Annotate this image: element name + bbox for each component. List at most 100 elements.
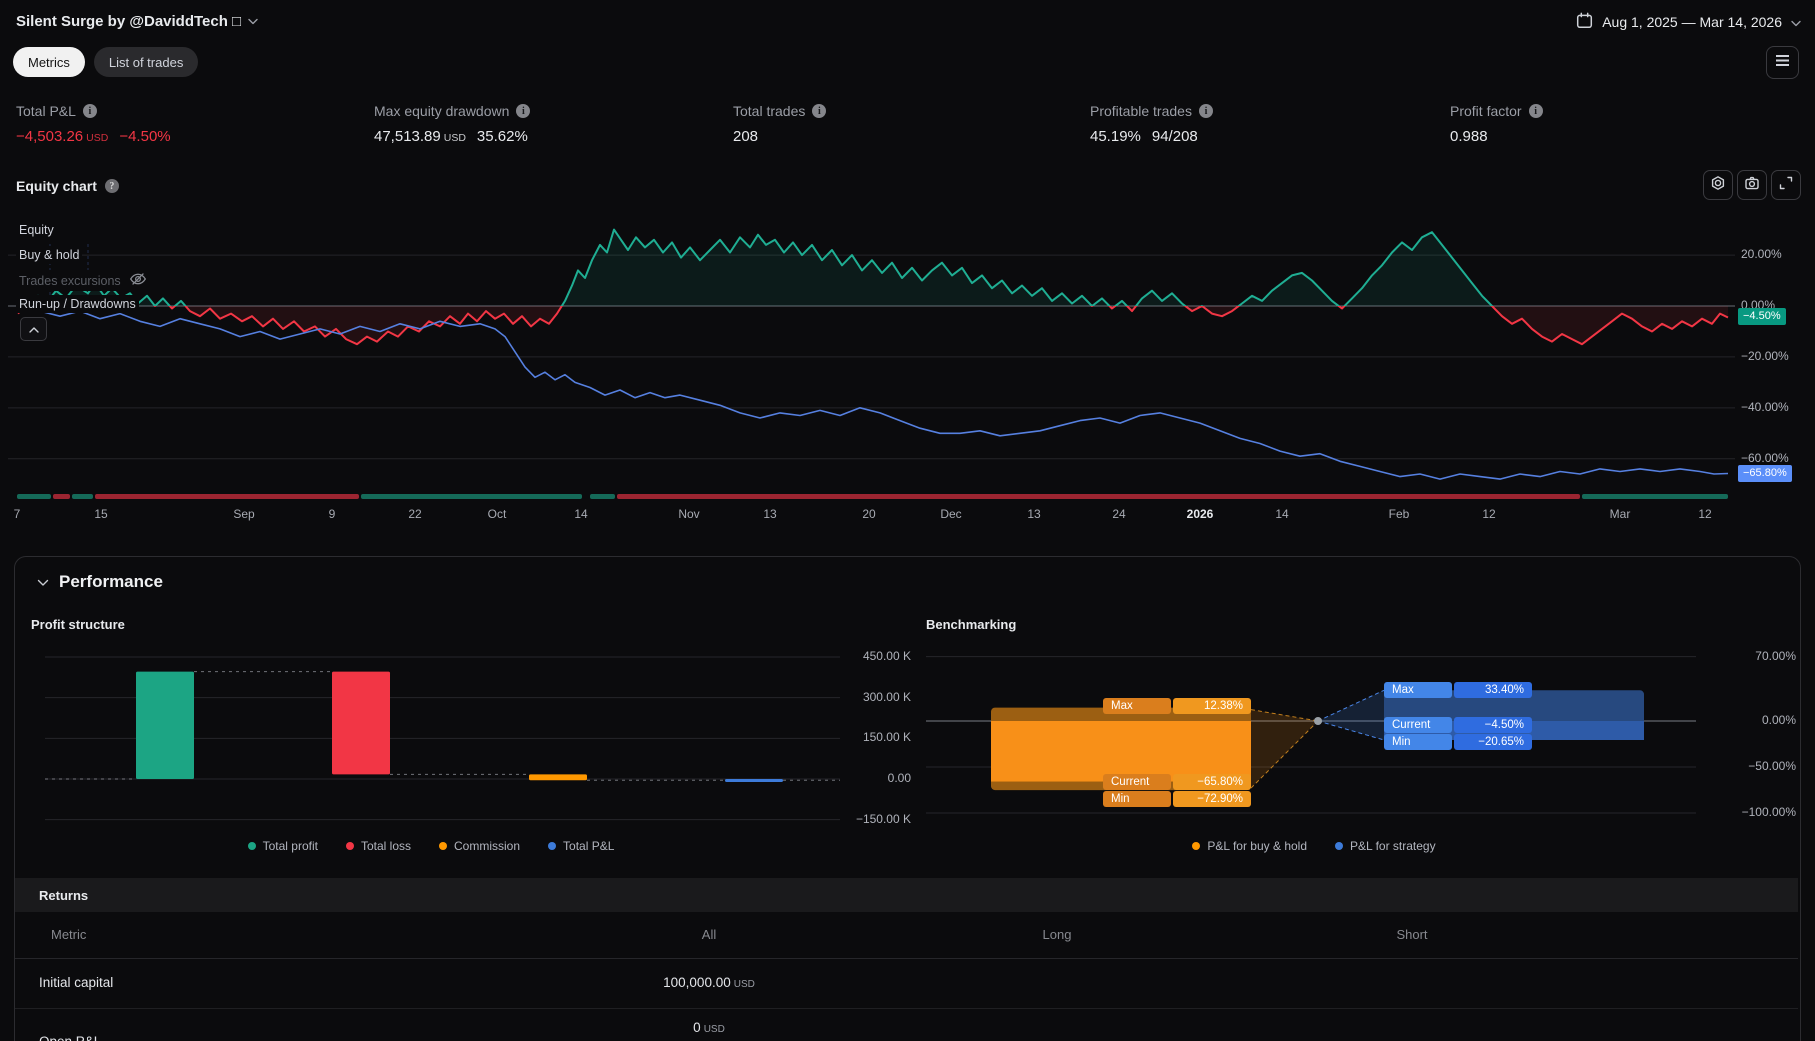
ribbon-segment-green <box>590 494 615 499</box>
pill-strategy-min: Min −20.65% <box>1384 734 1532 751</box>
date-range-picker[interactable]: Aug 1, 2025 — Mar 14, 2026 <box>1576 12 1801 32</box>
x-axis-label[interactable]: Dec <box>940 507 961 521</box>
benchmarking-legend: P&L for buy & hold P&L for strategy <box>924 839 1704 853</box>
profit-y-label: 300.00 K <box>862 689 911 704</box>
profit-structure-legend: Total profit Total loss Commission Total P&… <box>31 839 831 853</box>
pill-label: Min <box>1384 734 1452 751</box>
col-all: All <box>701 927 717 942</box>
legend-collapse-button[interactable] <box>20 317 47 341</box>
info-icon[interactable]: i <box>812 104 827 118</box>
legend-item-equity[interactable]: Equity <box>16 221 57 239</box>
metric-value: −4,503.26 USD −4.50% <box>16 128 171 145</box>
profit-bar-commission[interactable] <box>529 774 587 781</box>
info-icon[interactable]: i <box>1528 104 1543 118</box>
layout-rows-button[interactable] <box>1766 46 1799 79</box>
info-icon[interactable]: i <box>1198 104 1213 118</box>
date-range-text: Aug 1, 2025 — Mar 14, 2026 <box>1602 14 1782 30</box>
profit-bar-total-p-l[interactable] <box>725 779 783 782</box>
profit-bar-total-profit[interactable] <box>136 671 194 779</box>
x-axis-label[interactable]: Nov <box>678 507 699 521</box>
pill-value: −20.65% <box>1454 734 1532 751</box>
x-axis-label[interactable]: 20 <box>862 507 875 521</box>
ribbon-segment-green <box>361 494 582 499</box>
gear-icon <box>1710 175 1726 196</box>
x-axis-label[interactable]: Oct <box>488 507 507 521</box>
legend-item-trades-excursions[interactable]: Trades excursions <box>16 270 150 291</box>
tab-metrics[interactable]: Metrics <box>13 47 85 77</box>
info-icon[interactable]: i <box>516 104 531 118</box>
profit-bar-total-loss[interactable] <box>332 671 390 775</box>
x-axis-label[interactable]: 9 <box>329 507 336 521</box>
profit-y-label: −150.00 K <box>855 811 911 826</box>
metric-label: Total P&L i <box>16 103 171 119</box>
pill-label: Min <box>1103 790 1171 807</box>
chart-settings-button[interactable] <box>1703 170 1733 200</box>
returns-table-header: Metric All Long Short <box>15 912 1798 959</box>
metric-value: 0.988 <box>1450 128 1488 145</box>
table-row-open-pnl: Open P&L 0USD <box>39 1020 725 1041</box>
profit-y-label: 450.00 K <box>862 649 911 663</box>
x-axis-label[interactable]: 14 <box>1275 507 1288 521</box>
pill-value: −72.90% <box>1173 790 1251 807</box>
metric-max-equity-drawdown: Max equity drawdown i 47,513.89 USD 35.62% <box>374 103 531 145</box>
x-axis-label[interactable]: Mar <box>1610 507 1631 521</box>
x-axis-label[interactable]: 12 <box>1482 507 1495 521</box>
ribbon-segment-green <box>17 494 51 499</box>
equity-chart-title: Equity chart ? <box>16 178 119 194</box>
legend-item-total-profit: Total profit <box>247 839 318 853</box>
x-axis-label[interactable]: Sep <box>233 507 254 521</box>
metric-total-trades: Total trades i 208 <box>733 103 827 145</box>
chevron-down-icon[interactable] <box>248 18 258 25</box>
x-axis-label[interactable]: 12 <box>1698 507 1711 521</box>
legend-item-total-p-l: Total P&L <box>548 839 614 853</box>
chevron-down-icon[interactable] <box>37 572 49 592</box>
info-icon[interactable]: i <box>82 104 97 118</box>
x-axis-label[interactable]: 24 <box>1112 507 1125 521</box>
y-axis-label: −40.00% <box>1741 399 1789 414</box>
pill-strategy-current: Current −4.50% <box>1384 717 1532 734</box>
ribbon-segment-red <box>617 494 1580 499</box>
strategy-title[interactable]: Silent Surge by @DaviddTech □ <box>16 13 258 30</box>
metric-profitable-trades: Profitable trades i 45.19% 94/208 <box>1090 103 1213 145</box>
pill-label: Max <box>1103 697 1171 714</box>
returns-section-header: Returns <box>15 878 1798 912</box>
legend-item-run-up-drawdowns[interactable]: Run-up / Drawdowns <box>16 295 139 313</box>
legend-dot <box>345 842 354 850</box>
screenshot-button[interactable] <box>1737 170 1767 200</box>
x-axis-label[interactable]: Feb <box>1389 507 1410 521</box>
legend-item-commission: Commission <box>439 839 520 853</box>
performance-header[interactable]: Performance <box>37 572 163 592</box>
pill-label: Current <box>1103 773 1171 790</box>
view-tabs: Metrics List of trades <box>13 47 199 77</box>
metric-value: 47,513.89 USD 35.62% <box>374 128 528 145</box>
legend-item-buy-hold[interactable]: Buy & hold <box>16 246 83 264</box>
profit-y-label: 0.00 <box>887 771 911 785</box>
profit-y-label: 150.00 K <box>862 730 911 745</box>
x-axis-label[interactable]: 13 <box>763 507 776 521</box>
metric-label: Profitable trades i <box>1090 103 1213 119</box>
col-metric: Metric <box>51 927 87 942</box>
camera-icon <box>1744 175 1760 196</box>
x-axis-label[interactable]: 2026 <box>1187 507 1214 521</box>
col-long: Long <box>1042 927 1072 942</box>
x-axis-label[interactable]: 7 <box>14 507 21 521</box>
pill-strategy-max: Max 33.40% <box>1384 682 1532 699</box>
y-axis-label: −20.00% <box>1741 348 1789 363</box>
fullscreen-button[interactable] <box>1771 170 1801 200</box>
x-axis-label[interactable]: 22 <box>408 507 421 521</box>
tab-list-of-trades[interactable]: List of trades <box>93 47 199 77</box>
x-axis-label[interactable]: 13 <box>1027 507 1040 521</box>
legend-item-p-l-for-buy-hold: P&L for buy & hold <box>1192 839 1307 853</box>
x-axis-label[interactable]: 14 <box>574 507 587 521</box>
chevron-up-icon <box>28 320 39 338</box>
price-badge-buy_hold: −65.80% <box>1738 464 1792 482</box>
equity-chart-toolbar <box>1703 170 1801 200</box>
x-axis-label[interactable]: 15 <box>94 507 107 521</box>
help-icon[interactable]: ? <box>104 179 119 193</box>
bench-y-label: −100.00% <box>1741 805 1796 819</box>
equity-chart-plot[interactable] <box>0 200 1815 500</box>
pill-label: Current <box>1384 717 1452 734</box>
table-row-initial-capital: Initial capital 100,000.00 USD <box>15 958 1798 1009</box>
pill-buyhold-current: Current −65.80% <box>1103 773 1251 790</box>
eye-slash-icon[interactable] <box>129 272 147 289</box>
